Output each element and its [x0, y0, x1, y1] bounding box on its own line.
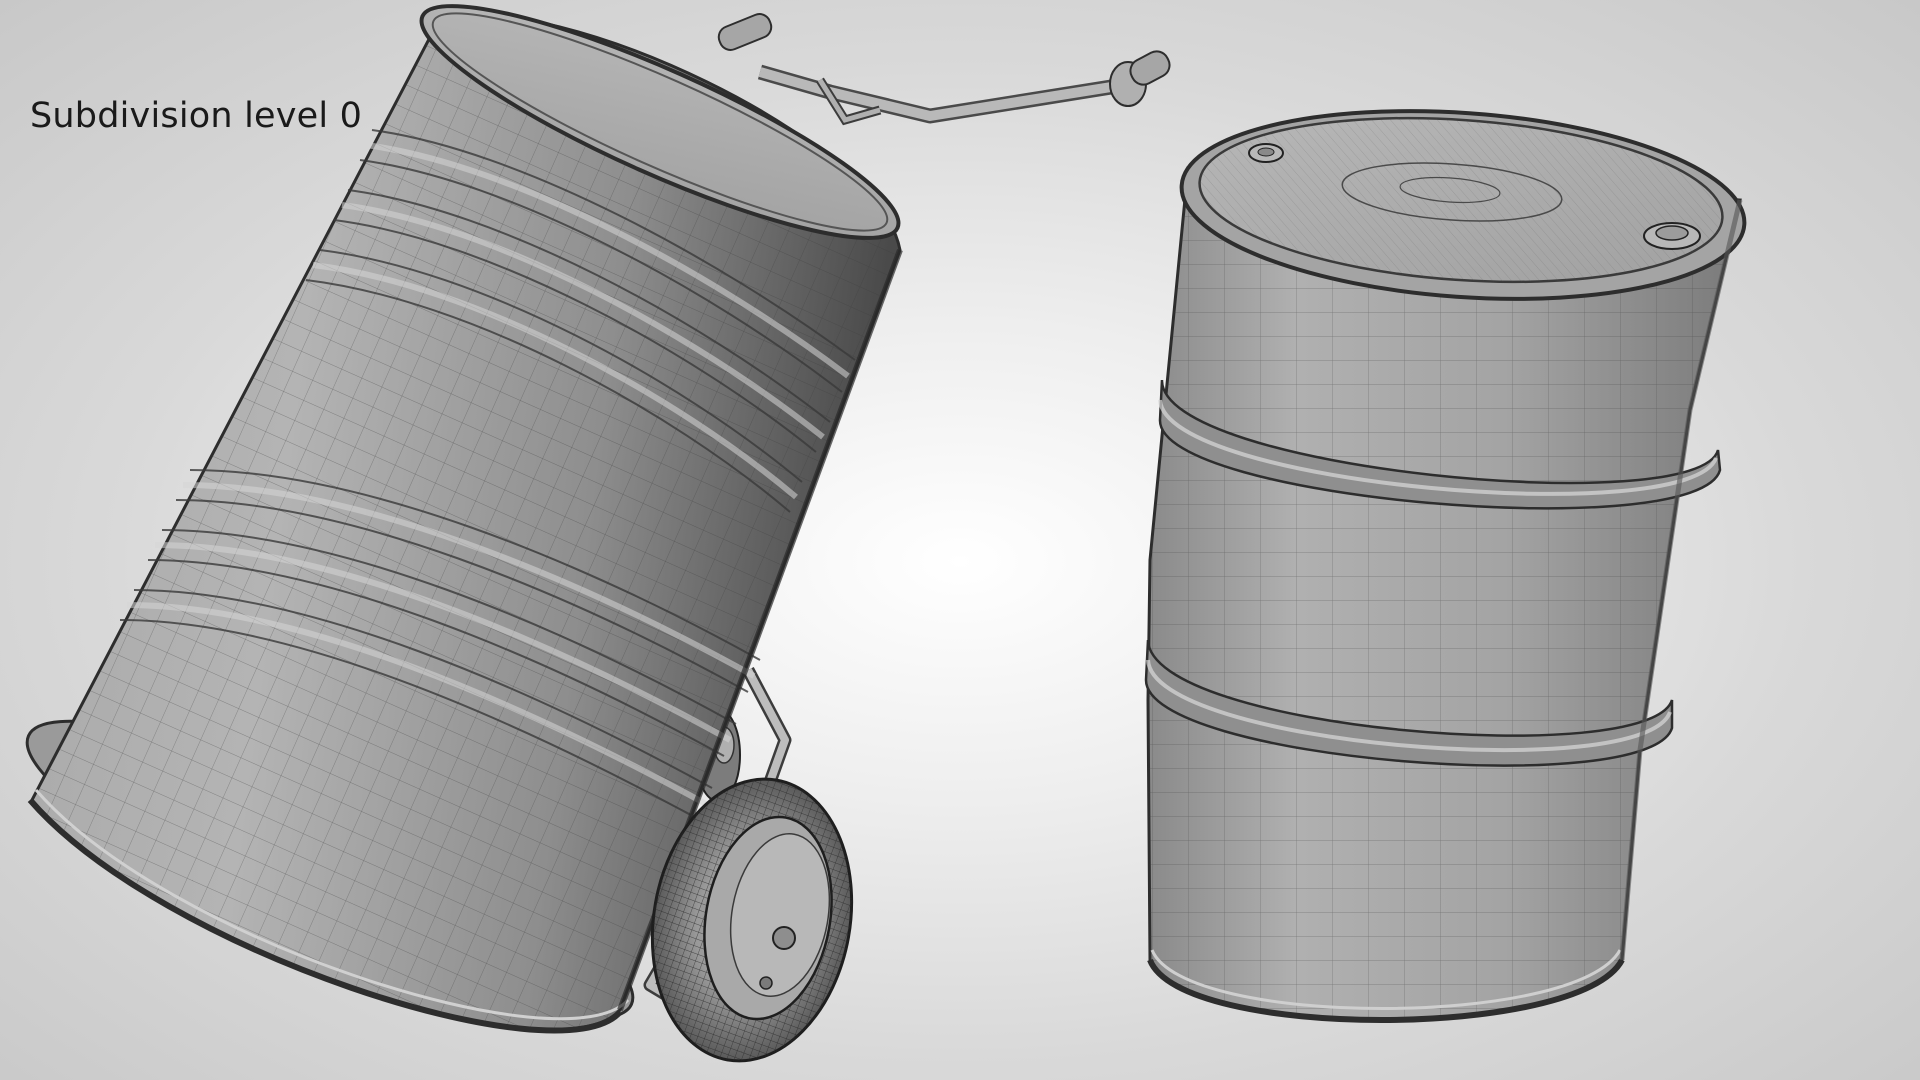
3d-viewport[interactable]: Subdivision level 0 [0, 0, 1920, 1080]
subdivision-level-label: Subdivision level 0 [30, 96, 363, 136]
standing-barrel-model [1144, 109, 1747, 1023]
handle-grip-left [717, 13, 773, 51]
scene-render [25, 4, 1747, 1063]
handle-grip-right [1109, 50, 1171, 107]
bung-large [1643, 222, 1701, 250]
hand-truck-model [25, 4, 1171, 1063]
bung-small [1248, 143, 1284, 163]
